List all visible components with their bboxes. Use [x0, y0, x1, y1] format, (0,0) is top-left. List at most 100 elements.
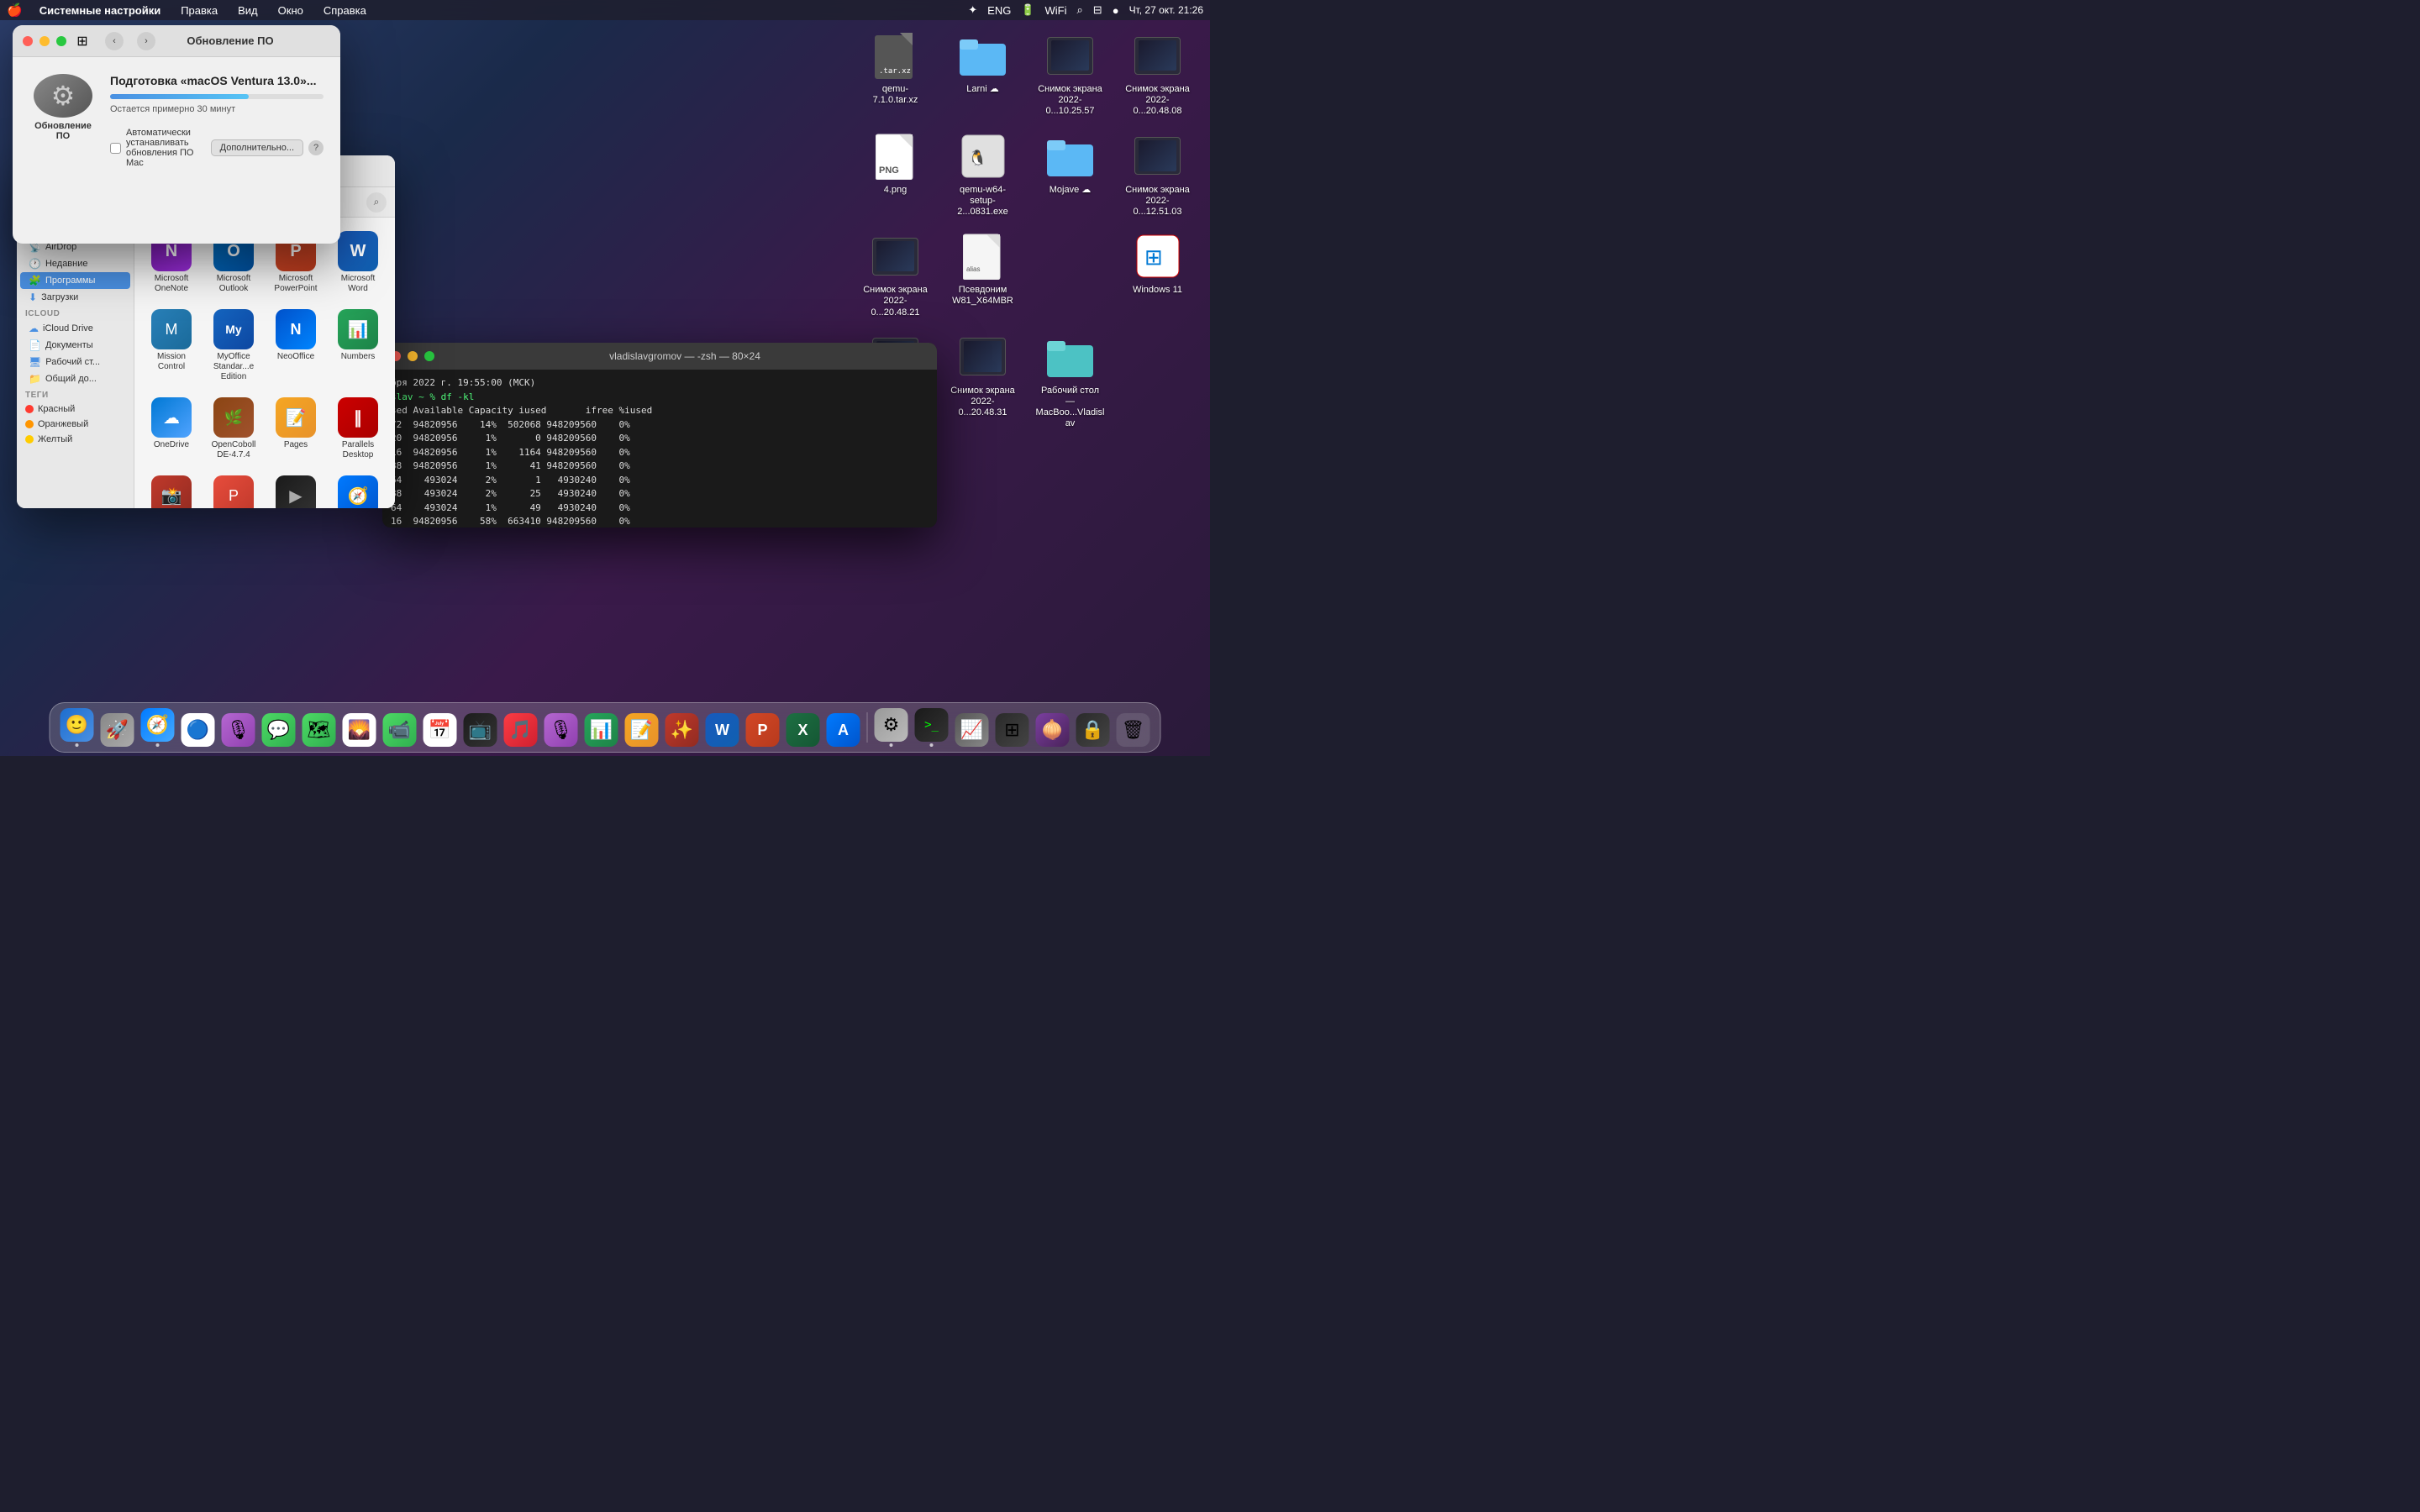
desktop-icon-screenshot-6[interactable]: Снимок экрана 2022-0...20.48.31: [943, 327, 1023, 435]
desktop-icon-screenshot-2[interactable]: Снимок экрана 2022-0...20.48.08: [1118, 25, 1197, 123]
menubar-right: ✦ ENG 🔋 WiFi ⌕ ⊟ ● Чт, 27 окт. 21:26: [968, 3, 1203, 17]
dock-item-word[interactable]: W: [704, 713, 741, 747]
desktop-icon-screenshot-4[interactable]: Снимок экрана 2022-0...20.48.21: [855, 226, 935, 323]
finder-content: N Microsoft OneNote O Microsoft Outlook …: [134, 218, 395, 508]
desktop-folder-label: Рабочий стол — MacBoo...Vladislav: [1035, 386, 1105, 430]
dock-item-filesafe[interactable]: 🔒: [1075, 713, 1112, 747]
dock-item-prefs[interactable]: ⚙: [873, 708, 910, 747]
psiphon-icon: P: [213, 475, 254, 508]
sidebar-item-programs[interactable]: 🧩 Программы: [20, 272, 130, 289]
menu-vid[interactable]: Вид: [234, 4, 261, 17]
dock-item-pages[interactable]: 📝: [623, 713, 660, 747]
dock-item-messages[interactable]: 💬: [260, 713, 297, 747]
dock-item-keynote[interactable]: ✨: [664, 713, 701, 747]
app-parallels[interactable]: ∥ Parallels Desktop: [329, 392, 387, 465]
menu-spravka[interactable]: Справка: [320, 4, 370, 17]
desktop-icon-screenshot-3[interactable]: Снимок экрана 2022-0...12.51.03: [1118, 126, 1197, 223]
siri-menubar-icon[interactable]: ●: [1113, 4, 1119, 17]
wifi-icon[interactable]: WiFi: [1045, 4, 1067, 17]
terminal-line-1: slav ~ % df -kl: [391, 391, 929, 405]
menu-okno[interactable]: Окно: [275, 4, 307, 17]
app-psiphon[interactable]: P Psiphon: [205, 470, 262, 508]
help-button[interactable]: ?: [308, 140, 324, 155]
dock-item-tv[interactable]: 📺: [462, 713, 499, 747]
dock-item-facetime[interactable]: 📹: [381, 713, 418, 747]
forward-button[interactable]: ›: [137, 32, 155, 50]
app-numbers[interactable]: 📊 Numbers: [329, 304, 387, 387]
sidebar-item-icloud-drive[interactable]: ☁ iCloud Drive: [20, 320, 130, 337]
dock-item-appstore[interactable]: A: [825, 713, 862, 747]
desktop-icon-qemu-tar[interactable]: .tar.xz qemu-7.1.0.tar.xz: [855, 25, 935, 123]
dock-item-torbrowser[interactable]: 🧅: [1034, 713, 1071, 747]
menu-app-name[interactable]: Системные настройки: [36, 4, 165, 17]
app-myoffice[interactable]: My MyOffice Standar...e Edition: [205, 304, 262, 387]
sidebar-item-shared[interactable]: 📁 Общий до...: [20, 370, 130, 387]
sidebar-item-desktop[interactable]: 🖥 Рабочий ст...: [20, 354, 130, 370]
dock-item-excel[interactable]: X: [785, 713, 822, 747]
close-button[interactable]: [23, 36, 33, 46]
search-icon[interactable]: ⌕: [1077, 3, 1083, 17]
app-mission-control[interactable]: M Mission Control: [143, 304, 200, 387]
auto-update-checkbox[interactable]: [110, 143, 121, 154]
control-center-icon[interactable]: ⊟: [1093, 3, 1102, 17]
maximize-button[interactable]: [56, 36, 66, 46]
terminal-dot: [930, 743, 934, 747]
desktop-icon-qemu-exe[interactable]: 🐧 qemu-w64-setup-2...0831.exe: [943, 126, 1023, 223]
photo-booth-icon: 📸: [151, 475, 192, 508]
desktop-icon-4png[interactable]: PNG 4.png: [855, 126, 935, 223]
dock-item-powerpoint[interactable]: P: [744, 713, 781, 747]
auto-update-row: Автоматически устанавливать обновления П…: [110, 128, 324, 168]
parallels-label: Parallels Desktop: [333, 440, 383, 460]
dock-item-podcasts[interactable]: 🎙: [220, 713, 257, 747]
desktop-icon-screenshot-1[interactable]: Снимок экрана 2022-0...10.25.57: [1030, 25, 1110, 123]
dock-item-calendar[interactable]: 📅: [422, 713, 459, 747]
bluetooth-icon[interactable]: ✦: [968, 3, 977, 17]
sidebar-tag-orange[interactable]: Оранжевый: [17, 417, 134, 432]
dock-item-terminal[interactable]: >_: [913, 708, 950, 747]
app-neooffice[interactable]: N NeoOffice: [267, 304, 324, 387]
desktop-icon-windows11[interactable]: ⊞ Windows 11: [1118, 226, 1197, 323]
desktop-icon-desktop-folder[interactable]: Рабочий стол — MacBoo...Vladislav: [1030, 327, 1110, 435]
apps-grid: N Microsoft OneNote O Microsoft Outlook …: [143, 226, 387, 508]
sidebar-item-recent[interactable]: 🕐 Недавние: [20, 255, 130, 272]
app-onedrive[interactable]: ☁ OneDrive: [143, 392, 200, 465]
menu-pravka[interactable]: Правка: [177, 4, 221, 17]
dock-item-switches[interactable]: ⊞: [994, 713, 1031, 747]
dop-button[interactable]: Дополнительно...: [211, 139, 303, 156]
dock-item-safari[interactable]: 🧭: [139, 708, 176, 747]
app-opencoboll[interactable]: 🌿 OpenCobollDE-4.7.4: [205, 392, 262, 465]
dock-item-activity[interactable]: 📈: [954, 713, 991, 747]
dock-item-launchpad[interactable]: 🚀: [99, 713, 136, 747]
app-photo-booth[interactable]: 📸 Photo Booth: [143, 470, 200, 508]
dock-item-numbers[interactable]: 📊: [583, 713, 620, 747]
back-button[interactable]: ‹: [105, 32, 124, 50]
dock-item-chrome[interactable]: 🔵: [180, 713, 217, 747]
dock-item-photos[interactable]: 🌄: [341, 713, 378, 747]
app-pages[interactable]: 📝 Pages: [267, 392, 324, 465]
apple-logo[interactable]: 🍎: [7, 3, 23, 18]
dock-item-podcasts2[interactable]: 🎙: [543, 713, 580, 747]
dock-item-maps[interactable]: 🗺: [301, 713, 338, 747]
battery-icon[interactable]: 🔋: [1021, 3, 1034, 17]
minimize-button[interactable]: [39, 36, 50, 46]
sidebar-tag-red[interactable]: Красный: [17, 402, 134, 417]
desktop-icon-mojave[interactable]: Mojave ☁: [1030, 126, 1110, 223]
desktop: 🍎 Системные настройки Правка Вид Окно Сп…: [0, 0, 1210, 756]
sidebar-item-documents[interactable]: 📄 Документы: [20, 337, 130, 354]
dock-item-trash[interactable]: 🗑: [1115, 713, 1152, 747]
dock-item-music[interactable]: 🎵: [502, 713, 539, 747]
terminal-max-btn[interactable]: [424, 351, 434, 361]
dock-item-finder[interactable]: 🙂: [59, 708, 96, 747]
terminal-body[interactable]: бря 2022 г. 19:55:00 (МСК) slav ~ % df -…: [382, 370, 937, 528]
powerpoint-label: Microsoft PowerPoint: [271, 274, 321, 294]
app-quicktime[interactable]: ▶ QuickTime Player: [267, 470, 324, 508]
app-safari[interactable]: 🧭 Safari: [329, 470, 387, 508]
grid-view-icon[interactable]: ⊞: [73, 32, 92, 50]
finder-search-btn[interactable]: ⌕: [366, 192, 387, 213]
terminal-min-btn[interactable]: [408, 351, 418, 361]
sidebar-tag-yellow[interactable]: Желтый: [17, 432, 134, 447]
desktop-icon-larni[interactable]: Larni ☁: [943, 25, 1023, 123]
svg-text:.tar.xz: .tar.xz: [879, 67, 911, 76]
sidebar-item-downloads[interactable]: ⬇ Загрузки: [20, 289, 130, 306]
desktop-icon-pseudonim[interactable]: alias Псевдоним W81_X64MBR: [943, 226, 1023, 323]
